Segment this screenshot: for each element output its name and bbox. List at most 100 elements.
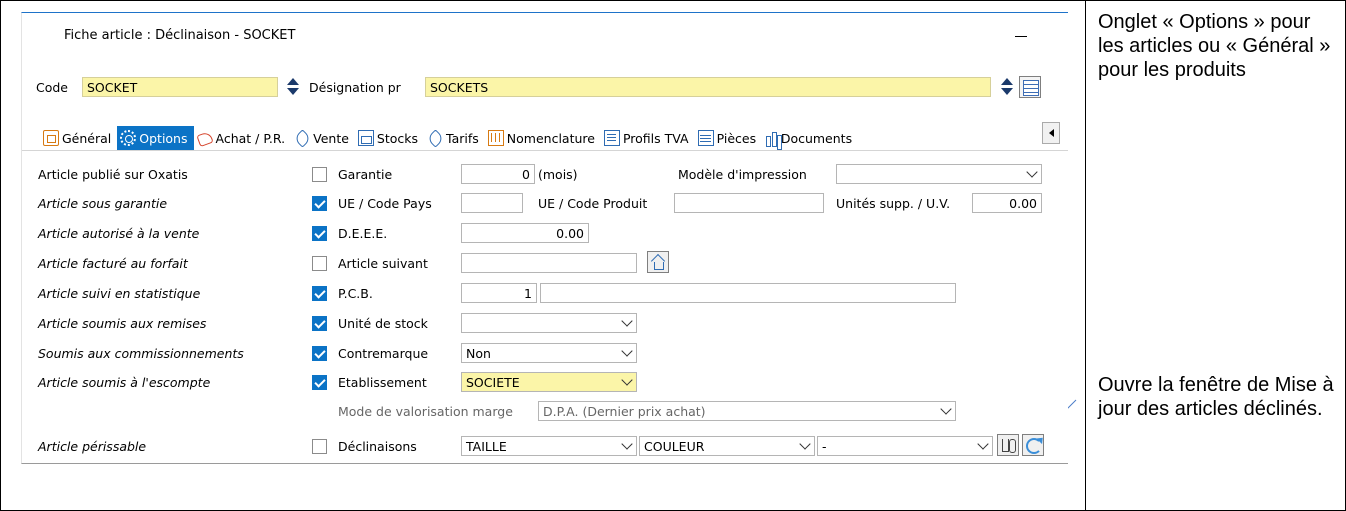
garantie-unit: (mois) (538, 167, 578, 182)
tab-documents[interactable]: Documents (762, 126, 858, 150)
gear-icon (120, 130, 137, 146)
suivant-label: Article suivant (338, 256, 428, 271)
row-label: Article suivi en statistique (38, 286, 201, 301)
tab-bar: Général Options Achat / P.R. Vente Stock… (40, 126, 1052, 150)
unite-stock-label: Unité de stock (338, 316, 428, 331)
garantie-label: Garantie (338, 167, 393, 182)
tab-achat[interactable]: Achat / P.R. (194, 126, 292, 150)
tools-icon[interactable] (997, 434, 1019, 456)
deee-input[interactable]: 0.00 (461, 223, 589, 243)
modele-select[interactable] (836, 164, 1042, 184)
article-suivant-checkbox[interactable] (312, 256, 327, 271)
valorisation-value: D.P.A. (Dernier prix achat) (543, 404, 706, 419)
chevron-down-icon (621, 315, 633, 327)
title-bar: Fiche article : Déclinaison - SOCKET (22, 13, 1068, 55)
cart-icon (197, 130, 213, 146)
tab-stocks[interactable]: Stocks (355, 126, 424, 150)
row-label: Article sous garantie (38, 196, 168, 211)
row-label: Article périssable (38, 439, 147, 454)
deee-label: D.E.E.E. (338, 226, 388, 241)
declinaison-2-select[interactable]: COULEUR (639, 436, 815, 456)
pcb-input[interactable]: 1 (461, 283, 537, 303)
row-label: Article soumis à l'escompte (38, 375, 211, 390)
ue-produit-input[interactable] (674, 193, 824, 213)
document-icon (43, 130, 59, 146)
code-spinner-icon[interactable] (285, 77, 299, 97)
tab-vente[interactable]: Vente (291, 126, 355, 150)
translate-icon[interactable] (1019, 76, 1041, 98)
unites-label: Unités supp. / U.V. (836, 196, 951, 211)
tva-icon (603, 130, 620, 146)
pieces-icon (697, 130, 714, 146)
tab-label: Général (62, 130, 112, 146)
tarif-icon (427, 130, 443, 146)
valorisation-label: Mode de valorisation marge (338, 404, 513, 419)
pcb-checkbox[interactable] (312, 286, 327, 301)
declinaison-3-value: - (822, 439, 827, 454)
row-label: Article autorisé à la vente (38, 226, 200, 241)
chevron-down-icon (1026, 166, 1038, 178)
declinaison-3-select[interactable]: - (817, 436, 993, 456)
chevron-down-icon (977, 438, 989, 450)
tab-note: Onglet « Options » pour les articles ou … (1098, 11, 1331, 81)
ue-pays-label: UE / Code Pays (338, 196, 432, 211)
minimize-button[interactable] (1015, 27, 1029, 41)
update-note: Ouvre la fenêtre de Mise à jour des arti… (1098, 374, 1334, 420)
code-label: Code (36, 80, 69, 95)
chevron-down-icon (940, 403, 952, 415)
declinaisons-checkbox[interactable] (312, 439, 327, 454)
nomenclature-icon (487, 130, 504, 146)
etablissement-select[interactable]: SOCIETE (461, 372, 637, 392)
tab-scroll-left-button[interactable] (1042, 122, 1060, 144)
row-label: Article soumis aux remises (38, 316, 207, 331)
declinaison-2-value: COULEUR (644, 439, 705, 454)
deee-checkbox[interactable] (312, 226, 327, 241)
home-icon[interactable] (647, 251, 669, 273)
designation-field[interactable]: SOCKETS (425, 77, 991, 97)
contremarque-select[interactable]: Non (461, 343, 637, 363)
ue-pays-checkbox[interactable] (312, 196, 327, 211)
chevron-down-icon (621, 345, 633, 357)
tab-label: Achat / P.R. (215, 130, 286, 146)
declinaisons-label: Déclinaisons (338, 439, 417, 454)
window-title: Fiche article : Déclinaison - SOCKET (64, 28, 296, 43)
garantie-checkbox[interactable] (312, 167, 327, 182)
tab-profils-tva[interactable]: Profils TVA (601, 126, 695, 150)
tab-label: Nomenclature (506, 130, 595, 146)
tab-label: Tarifs (446, 130, 479, 146)
tab-nomenclature[interactable]: Nomenclature (485, 126, 601, 150)
declinaison-1-value: TAILLE (466, 439, 507, 454)
valorisation-select[interactable]: D.P.A. (Dernier prix achat) (538, 401, 956, 421)
ue-pays-input[interactable] (461, 193, 523, 213)
contremarque-value: Non (466, 346, 491, 361)
row-label: Soumis aux commissionnements (38, 346, 244, 361)
ue-produit-label: UE / Code Produit (538, 196, 648, 211)
etablissement-checkbox[interactable] (312, 375, 327, 390)
declinaison-1-select[interactable]: TAILLE (461, 436, 637, 456)
chevron-down-icon (621, 438, 633, 450)
etablissement-value: SOCIETE (466, 375, 520, 390)
tab-general[interactable]: Général (40, 126, 117, 150)
pcb-extra-input[interactable] (540, 283, 956, 303)
tab-label: Vente (313, 130, 349, 146)
designation-spinner-icon[interactable] (999, 77, 1013, 97)
designation-label: Désignation pr (309, 80, 401, 95)
chevron-down-icon (621, 374, 633, 386)
tab-tarifs[interactable]: Tarifs (424, 126, 485, 150)
code-field[interactable]: SOCKET (82, 77, 278, 97)
tab-pieces[interactable]: Pièces (695, 126, 763, 150)
tab-label: Stocks (376, 130, 419, 146)
tab-label: Options (139, 130, 188, 146)
contremarque-checkbox[interactable] (312, 346, 327, 361)
tab-divider (22, 150, 1068, 151)
unite-stock-select[interactable] (461, 313, 637, 333)
suivant-input[interactable] (461, 253, 637, 273)
refresh-icon[interactable] (1022, 434, 1044, 456)
tab-options[interactable]: Options (117, 126, 194, 150)
garantie-input[interactable]: 0 (461, 164, 535, 184)
tab-label: Documents (780, 130, 853, 146)
unite-stock-checkbox[interactable] (312, 316, 327, 331)
pcb-label: P.C.B. (338, 286, 373, 301)
unites-input[interactable]: 0.00 (972, 193, 1042, 213)
contremarque-label: Contremarque (338, 346, 429, 361)
